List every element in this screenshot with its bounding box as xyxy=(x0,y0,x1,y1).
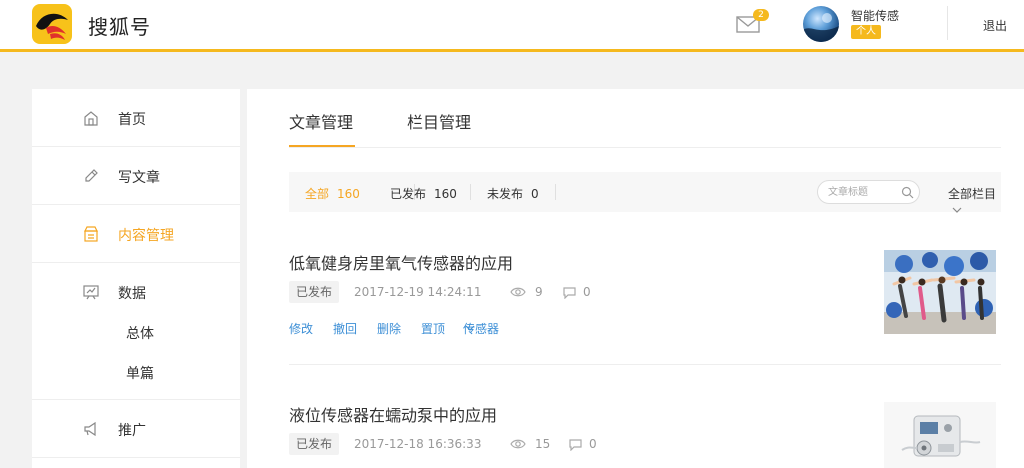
comment-count: 0 xyxy=(589,437,597,451)
status-badge: 已发布 xyxy=(289,433,340,455)
megaphone-icon xyxy=(84,421,96,437)
sidebar-item-data[interactable]: 数据 xyxy=(32,263,240,321)
search-icon[interactable] xyxy=(901,186,914,199)
article-divider xyxy=(289,364,1001,365)
comment-icon xyxy=(569,439,582,451)
mail-badge: 2 xyxy=(753,9,769,21)
user-type-badge: 个人 xyxy=(851,25,881,39)
sidebar-subitem-overall[interactable]: 总体 xyxy=(126,323,154,343)
view-count: 9 xyxy=(535,285,543,299)
filter-divider xyxy=(470,184,471,200)
delete-link[interactable]: 删除 xyxy=(377,320,401,337)
chevron-down-icon xyxy=(952,207,962,213)
article-title[interactable]: 液位传感器在蠕动泵中的应用 xyxy=(289,402,497,426)
chart-board-icon xyxy=(83,285,99,300)
article-title[interactable]: 低氧健身房里氧气传感器的应用 xyxy=(289,250,513,274)
filter-published[interactable]: 已发布 160 xyxy=(390,185,457,202)
pin-top-link[interactable]: 置顶 xyxy=(421,320,445,337)
article-row: 液位传感器在蠕动泵中的应用 已发布 2017-12-18 16:36:33 15… xyxy=(289,402,1001,468)
search-box xyxy=(817,180,920,204)
sidebar: 首页 写文章 内容管理 数据 总体 单篇 推广 xyxy=(32,89,240,468)
sidebar-group-data: 数据 总体 单篇 xyxy=(32,263,240,400)
header-divider xyxy=(947,6,948,40)
sidebar-item-content-management[interactable]: 内容管理 xyxy=(32,205,240,263)
eye-icon xyxy=(510,439,526,449)
user-name[interactable]: 智能传感 xyxy=(851,7,899,24)
tab-divider xyxy=(289,147,1001,148)
filter-all[interactable]: 全部 160 xyxy=(305,185,360,202)
content-box-icon xyxy=(84,226,98,242)
search-input[interactable] xyxy=(828,185,898,199)
sidebar-item-label: 写文章 xyxy=(118,170,160,186)
withdraw-link[interactable]: 撤回 xyxy=(333,320,357,337)
sidebar-subitem-single[interactable]: 单篇 xyxy=(126,363,154,383)
column-select[interactable]: 全部栏目 xyxy=(948,185,1001,216)
comment-icon xyxy=(563,287,576,299)
category-dropdown[interactable]: 传感器 xyxy=(463,320,499,336)
sidebar-item-label: 首页 xyxy=(118,112,146,128)
view-count: 15 xyxy=(535,437,551,451)
sidebar-item-promotion[interactable]: 推广 xyxy=(32,400,240,458)
tab-article-management[interactable]: 文章管理 xyxy=(289,109,353,133)
article-time: 2017-12-19 14:24:11 xyxy=(354,285,482,299)
active-tab-indicator xyxy=(289,145,355,147)
eye-icon xyxy=(510,287,526,297)
tab-column-management[interactable]: 栏目管理 xyxy=(407,109,471,133)
filter-divider xyxy=(555,184,556,200)
comment-count: 0 xyxy=(583,285,591,299)
sidebar-item-label: 推广 xyxy=(118,423,146,439)
main-content: 文章管理 栏目管理 全部160 已发布160 未发布0 全部栏目 低氧健身房里氧… xyxy=(247,89,1024,468)
edit-link[interactable]: 修改 xyxy=(289,320,313,337)
status-badge: 已发布 xyxy=(289,281,340,303)
article-thumbnail[interactable] xyxy=(884,250,996,334)
article-time: 2017-12-18 16:36:33 xyxy=(354,437,482,451)
top-header: 搜狐号 2 智能传感 个人 退出 xyxy=(0,0,1024,52)
article-thumbnail[interactable] xyxy=(884,402,996,468)
sidebar-item-write[interactable]: 写文章 xyxy=(32,147,240,205)
avatar[interactable] xyxy=(803,6,839,42)
sohu-logo[interactable] xyxy=(32,4,72,44)
sidebar-item-label: 数据 xyxy=(118,286,146,302)
article-row: 低氧健身房里氧气传感器的应用 已发布 2017-12-19 14:24:11 9… xyxy=(289,250,1001,370)
filter-unpublished[interactable]: 未发布 0 xyxy=(487,185,539,202)
pencil-icon xyxy=(85,169,98,182)
brand-title: 搜狐号 xyxy=(88,15,151,39)
home-icon xyxy=(84,111,98,126)
filter-bar: 全部160 已发布160 未发布0 全部栏目 xyxy=(289,172,1001,213)
sidebar-item-home[interactable]: 首页 xyxy=(32,89,240,147)
sidebar-item-label: 内容管理 xyxy=(118,228,174,244)
logout-link[interactable]: 退出 xyxy=(983,17,1007,34)
